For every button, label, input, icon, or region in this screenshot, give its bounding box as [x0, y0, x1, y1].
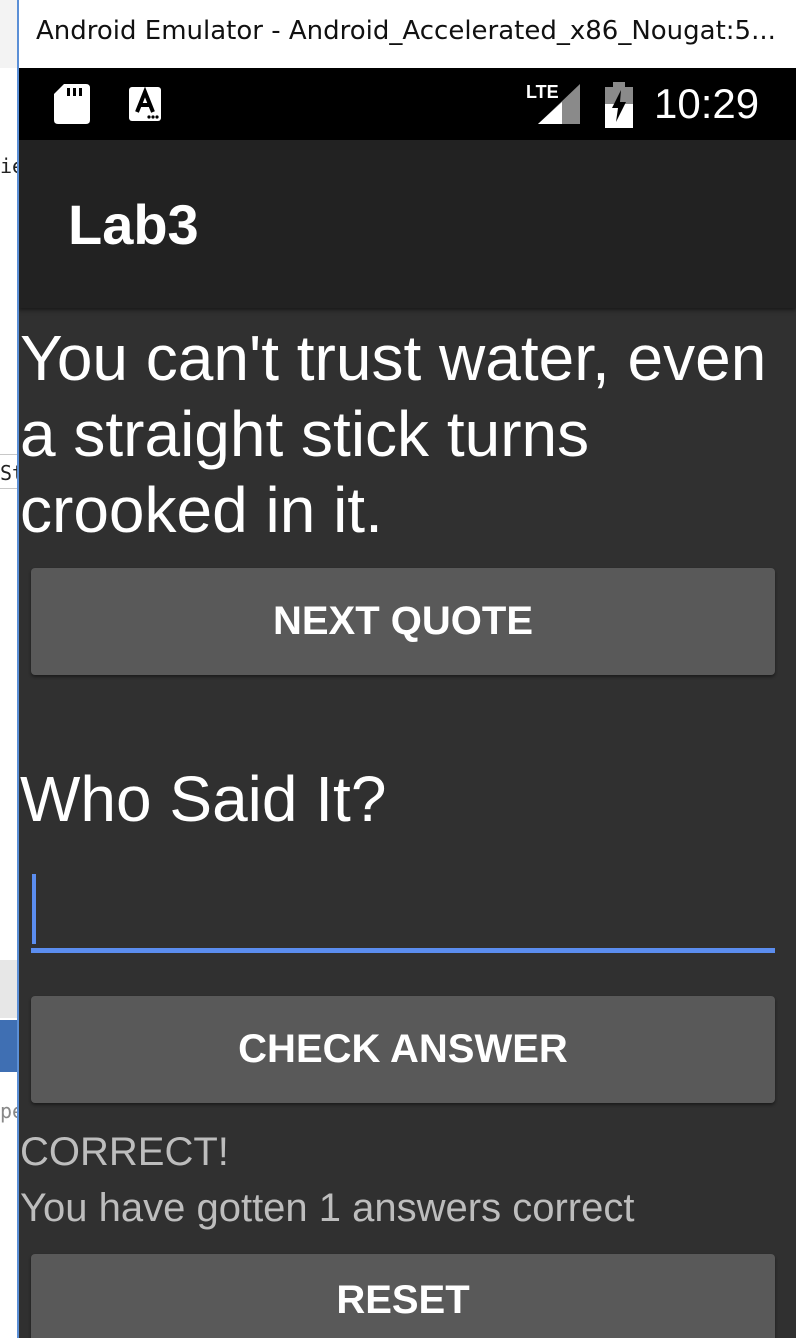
reset-button[interactable]: RESET — [31, 1254, 775, 1338]
network-label: LTE — [526, 82, 559, 102]
desktop: ie St pe Android Emulator - Android_Acce… — [0, 0, 796, 1338]
app-title: Lab3 — [68, 193, 199, 256]
keyboard-a-icon — [129, 86, 161, 121]
text-cursor — [32, 874, 36, 944]
status-bar: LTE 10:29 — [18, 68, 796, 140]
emulator-titlebar[interactable]: Android Emulator - Android_Accelerated_x… — [18, 0, 796, 68]
phone-screen: LTE 10:29 Lab3 You can't trust water, ev… — [18, 68, 796, 1338]
score-text: You have gotten 1 answers correct — [20, 1186, 635, 1230]
sd-card-icon — [54, 84, 90, 124]
window-border — [17, 0, 19, 1338]
lte-signal-icon: LTE — [526, 82, 580, 124]
who-said-it-prompt: Who Said It? — [20, 763, 387, 835]
result-text: CORRECT! — [20, 1130, 229, 1174]
check-answer-button[interactable]: CHECK ANSWER — [31, 996, 775, 1103]
status-clock: 10:29 — [654, 80, 760, 127]
window-title: Android Emulator - Android_Accelerated_x… — [36, 16, 776, 46]
action-bar: Lab3 — [18, 140, 796, 308]
answer-input[interactable] — [31, 872, 775, 953]
quote-text: You can't trust water, even a straight s… — [20, 322, 767, 546]
battery-charging-icon — [605, 82, 633, 128]
next-quote-button[interactable]: NEXT QUOTE — [31, 568, 775, 675]
